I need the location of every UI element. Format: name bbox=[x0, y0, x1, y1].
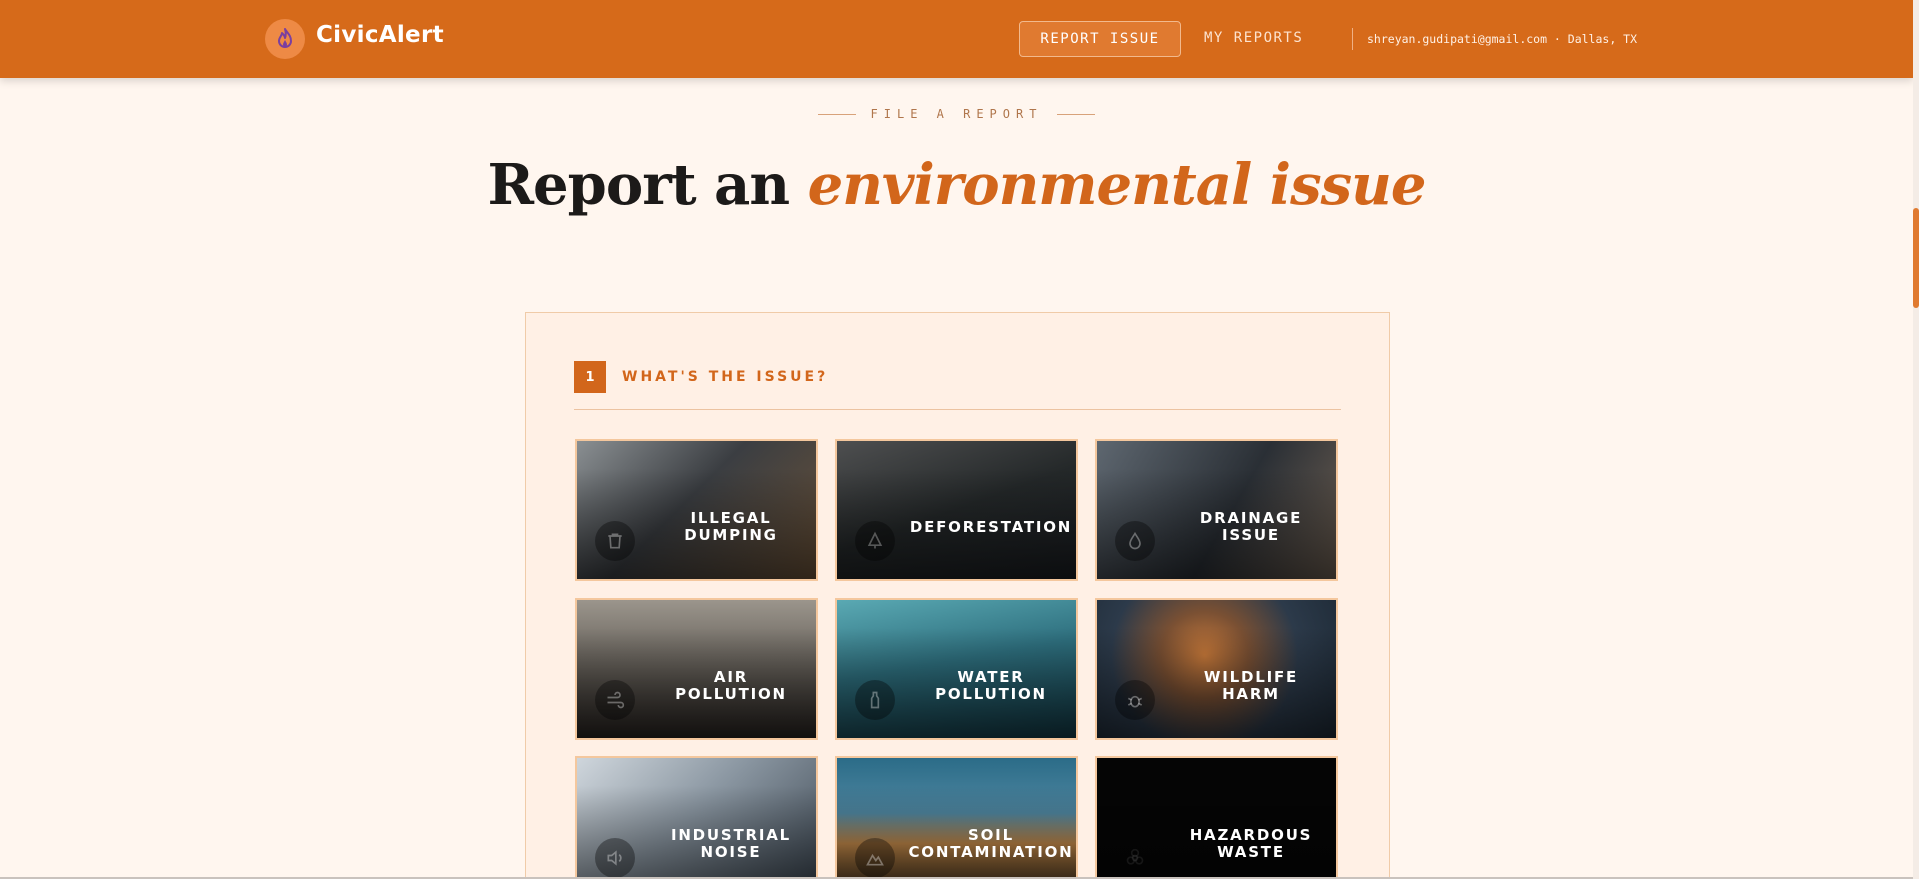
page-title: Report an environmental issue bbox=[0, 152, 1913, 218]
eyebrow-rule-left bbox=[818, 113, 856, 115]
eyebrow-text: FILE A REPORT bbox=[870, 107, 1043, 121]
top-navbar: CivicAlert REPORT ISSUE MY REPORTS shrey… bbox=[0, 0, 1913, 78]
droplet-icon bbox=[1115, 521, 1155, 561]
category-label: ILLEGAL DUMPING bbox=[684, 509, 778, 544]
trash-icon bbox=[595, 521, 635, 561]
brand-name[interactable]: CivicAlert bbox=[316, 22, 444, 48]
flame-logo-icon[interactable] bbox=[265, 19, 305, 59]
report-form-card: 1 WHAT'S THE ISSUE? ILLEGAL DUMPING DEFOR… bbox=[525, 312, 1390, 879]
bottle-icon bbox=[855, 680, 895, 720]
my-reports-link[interactable]: MY REPORTS bbox=[1204, 30, 1303, 46]
category-label: HAZARDOUS WASTE bbox=[1189, 826, 1313, 861]
category-tile-air-pollution[interactable]: AIR POLLUTION bbox=[575, 598, 818, 740]
user-info: shreyan.gudipati@gmail.com · Dallas, TX bbox=[1367, 32, 1638, 46]
category-label: DEFORESTATION bbox=[909, 517, 1073, 536]
step-title: WHAT'S THE ISSUE? bbox=[622, 369, 829, 385]
section-eyebrow: FILE A REPORT bbox=[818, 104, 1095, 124]
speaker-icon bbox=[595, 838, 635, 878]
category-tile-water-pollution[interactable]: WATER POLLUTION bbox=[835, 598, 1078, 740]
category-label: SOIL CONTAMINATION bbox=[908, 826, 1074, 861]
category-tile-wildlife-harm[interactable]: WILDLIFE HARM bbox=[1095, 598, 1338, 740]
report-issue-button[interactable]: REPORT ISSUE bbox=[1019, 21, 1181, 57]
category-tile-soil-contamination[interactable]: SOIL CONTAMINATION bbox=[835, 756, 1078, 879]
category-label: AIR POLLUTION bbox=[675, 668, 787, 703]
step-divider bbox=[574, 409, 1341, 410]
step-number-badge: 1 bbox=[574, 361, 606, 393]
mountain-icon bbox=[855, 838, 895, 878]
category-tile-hazardous-waste[interactable]: HAZARDOUS WASTE bbox=[1095, 756, 1338, 879]
category-tile-industrial-noise[interactable]: INDUSTRIAL NOISE bbox=[575, 756, 818, 879]
title-plain: Report an bbox=[487, 152, 808, 218]
tree-icon bbox=[855, 521, 895, 561]
biohazard-icon bbox=[1115, 838, 1155, 878]
category-label: WATER POLLUTION bbox=[935, 668, 1047, 703]
page-scrollbar-track[interactable] bbox=[1913, 0, 1919, 879]
wind-icon bbox=[595, 680, 635, 720]
eyebrow-rule-right bbox=[1056, 113, 1095, 115]
category-label: WILDLIFE HARM bbox=[1203, 668, 1299, 703]
bug-icon bbox=[1115, 680, 1155, 720]
category-tile-illegal-dumping[interactable]: ILLEGAL DUMPING bbox=[575, 439, 818, 581]
category-label: INDUSTRIAL NOISE bbox=[670, 826, 792, 861]
category-label: DRAINAGE ISSUE bbox=[1199, 509, 1303, 544]
category-tile-drainage-issue[interactable]: DRAINAGE ISSUE bbox=[1095, 439, 1338, 581]
nav-divider bbox=[1352, 28, 1353, 50]
title-accent: environmental issue bbox=[807, 152, 1427, 218]
category-tile-deforestation[interactable]: DEFORESTATION bbox=[835, 439, 1078, 581]
page-scrollbar-thumb[interactable] bbox=[1913, 208, 1919, 308]
